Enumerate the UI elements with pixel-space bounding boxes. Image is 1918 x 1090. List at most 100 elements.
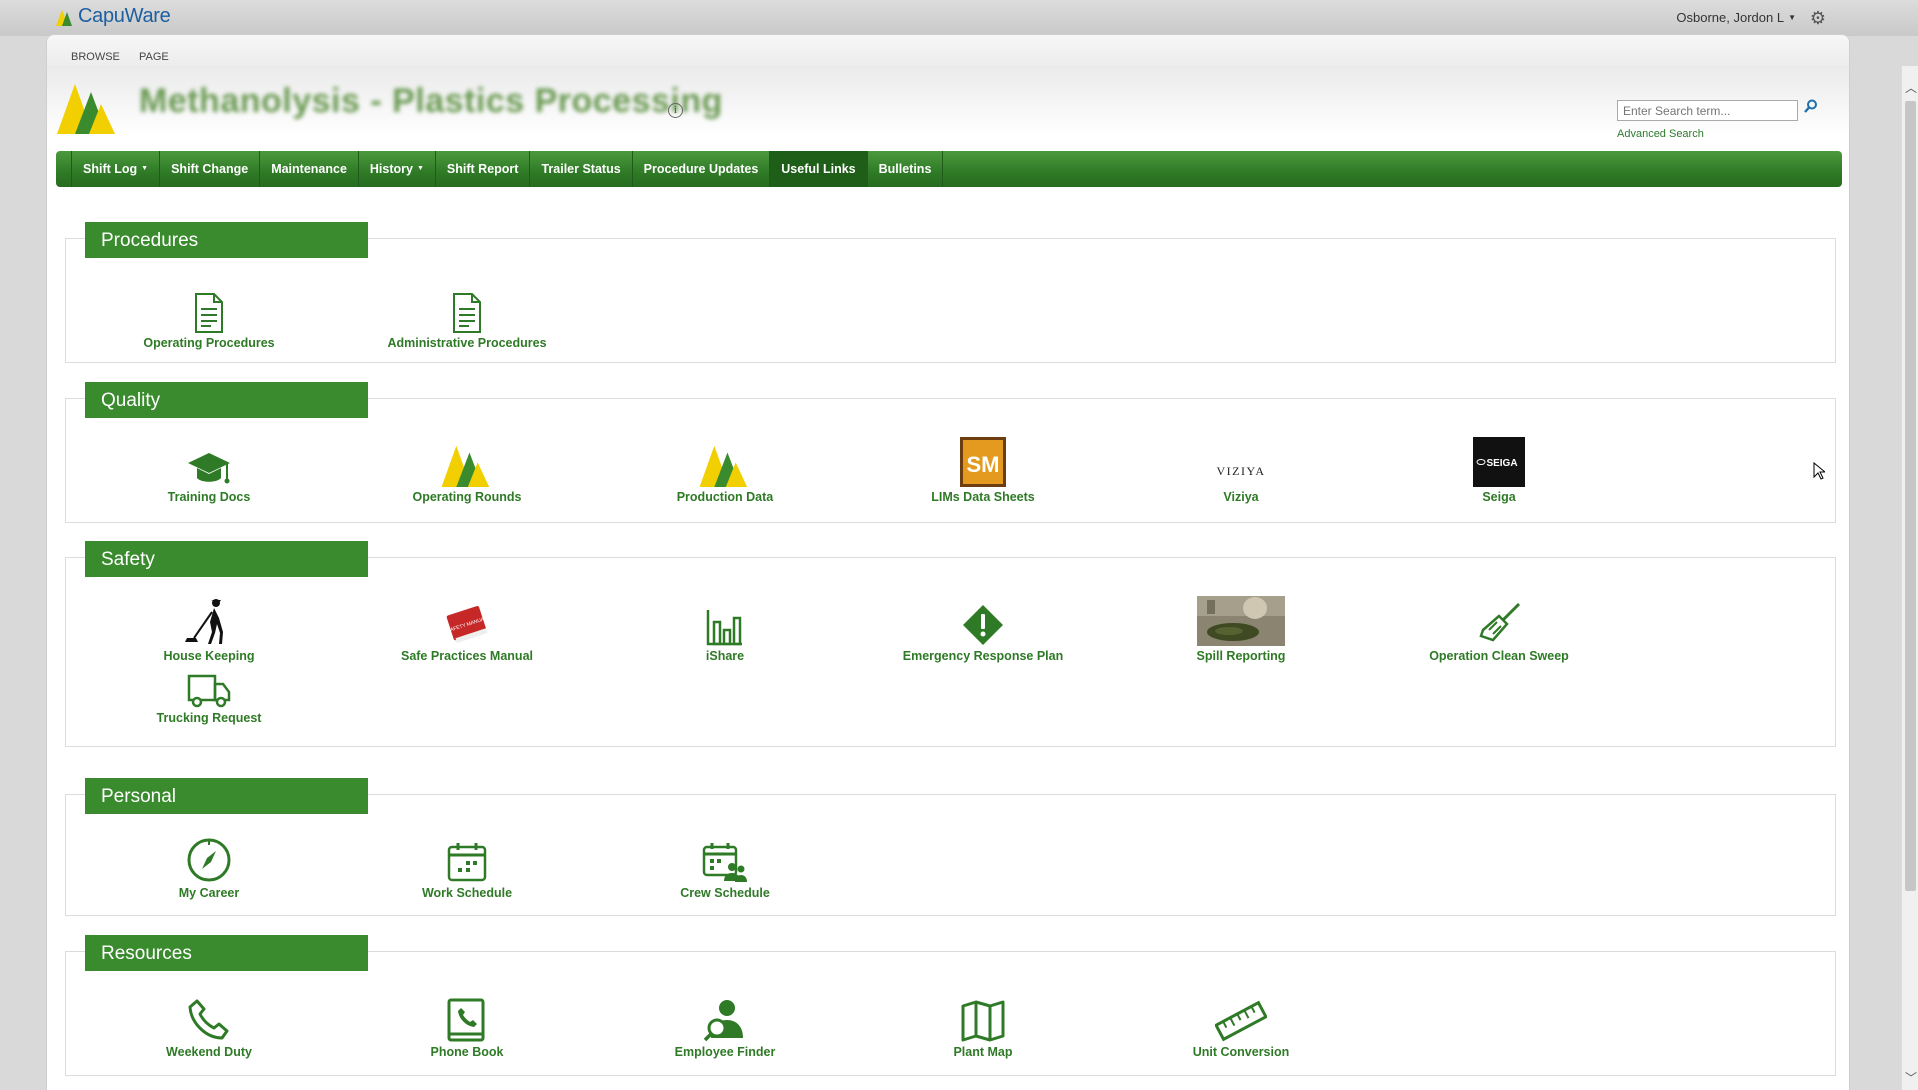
nav-bulletins[interactable]: Bulletins: [868, 151, 944, 187]
tile-house-keeping[interactable]: House Keeping: [80, 594, 338, 663]
compass-icon: [80, 831, 338, 883]
truck-icon: [80, 658, 338, 708]
ribbon-tab-page[interactable]: PAGE: [139, 51, 169, 63]
tile-phone-book[interactable]: Phone Book: [338, 990, 596, 1059]
document-icon: [80, 281, 338, 333]
seiga-logo-text: SEIGA: [1486, 458, 1517, 469]
nav-shift-log[interactable]: Shift Log ▼: [71, 151, 161, 187]
tile-label: Viziya: [1223, 490, 1259, 504]
sm-logo-text: SM: [967, 452, 1000, 477]
tile-operating-procedures[interactable]: Operating Procedures: [80, 281, 338, 350]
tile-unit-conversion[interactable]: Unit Conversion: [1112, 990, 1370, 1059]
tile-training-docs[interactable]: Training Docs: [80, 435, 338, 504]
tile-label: LIMs Data Sheets: [931, 490, 1035, 504]
tile-label: Phone Book: [430, 1045, 504, 1059]
vertical-scrollbar[interactable]: ︿ ﹀: [1901, 66, 1918, 1090]
nav-shift-change[interactable]: Shift Change: [160, 151, 261, 187]
section-header-resources: Resources: [85, 935, 368, 971]
section-procedures: Procedures Operating Procedures Administ…: [65, 222, 1836, 363]
tile-lims-data-sheets[interactable]: SM LIMs Data Sheets: [854, 435, 1112, 504]
section-header-personal: Personal: [85, 778, 368, 814]
tile-label: Production Data: [676, 490, 774, 504]
nav-trailer-status[interactable]: Trailer Status: [530, 151, 633, 187]
tile-label: Emergency Response Plan: [902, 649, 1064, 663]
tile-safe-practices-manual[interactable]: SAFETY MANUAL Safe Practices Manual: [338, 594, 596, 663]
tile-label: My Career: [178, 886, 240, 900]
tile-label: iShare: [705, 649, 745, 663]
site-logo-icon[interactable]: [57, 78, 119, 134]
chevron-down-icon: ▼: [416, 165, 424, 172]
tile-operating-rounds[interactable]: Operating Rounds: [338, 435, 596, 504]
sweeper-person-icon: [80, 594, 338, 646]
chevron-down-icon: ▼: [1788, 13, 1796, 22]
map-icon: [854, 990, 1112, 1042]
tile-seiga[interactable]: SEIGA Seiga: [1370, 435, 1628, 504]
tile-label: Crew Schedule: [680, 886, 770, 900]
viziya-logo-icon: VIZIYA: [1112, 435, 1370, 487]
chevron-down-icon[interactable]: ﹀: [1905, 1069, 1917, 1086]
tile-emergency-response-plan[interactable]: Emergency Response Plan: [854, 594, 1112, 663]
viziya-logo-text: VIZIYA: [1217, 464, 1266, 478]
tile-label: Administrative Procedures: [387, 336, 547, 350]
company-logo-icon: [596, 435, 854, 487]
search-icon[interactable]: [1804, 99, 1822, 119]
nav-maintenance[interactable]: Maintenance: [260, 151, 359, 187]
search-input[interactable]: [1617, 100, 1798, 121]
nav-useful-links[interactable]: Useful Links: [770, 151, 868, 187]
tile-ishare[interactable]: iShare: [596, 594, 854, 663]
section-personal: Personal My Career Work Schedule Crew Sc…: [65, 778, 1836, 916]
document-icon: [338, 281, 596, 333]
sm-logo-icon: SM: [854, 435, 1112, 487]
scrollbar-thumb[interactable]: [1905, 101, 1916, 891]
phone-book-icon: [338, 990, 596, 1042]
phone-icon: [80, 990, 338, 1042]
tile-label: Safe Practices Manual: [400, 649, 533, 663]
tile-label: Operation Clean Sweep: [1429, 649, 1569, 663]
spill-photo-icon: [1112, 594, 1370, 646]
section-safety: Safety House Keeping SAFETY MANUAL Safe …: [65, 541, 1836, 747]
section-header-procedures: Procedures: [85, 222, 368, 258]
nav-history[interactable]: History ▼: [359, 151, 436, 187]
broom-icon: [1370, 594, 1628, 646]
tile-operation-clean-sweep[interactable]: Operation Clean Sweep: [1370, 594, 1628, 663]
section-quality: Quality Training Docs Operating Rounds P…: [65, 382, 1836, 523]
section-header-quality: Quality: [85, 382, 368, 418]
graduation-cap-icon: [80, 435, 338, 487]
tile-label: Trucking Request: [156, 711, 262, 725]
tile-label: Training Docs: [167, 490, 251, 504]
tile-label: Plant Map: [953, 1045, 1013, 1059]
tile-production-data[interactable]: Production Data: [596, 435, 854, 504]
tile-employee-finder[interactable]: Employee Finder: [596, 990, 854, 1059]
nav-procedure-updates[interactable]: Procedure Updates: [633, 151, 771, 187]
tile-weekend-duty[interactable]: Weekend Duty: [80, 990, 338, 1059]
ribbon-tab-browse[interactable]: BROWSE: [71, 51, 120, 63]
nav-shift-report[interactable]: Shift Report: [436, 151, 531, 187]
bar-chart-icon: [596, 594, 854, 646]
tile-crew-schedule[interactable]: Crew Schedule: [596, 831, 854, 900]
tile-spill-reporting[interactable]: Spill Reporting: [1112, 594, 1370, 663]
crew-calendar-icon: [596, 831, 854, 883]
user-menu[interactable]: Osborne, Jordon L ▼: [1676, 10, 1796, 25]
tile-plant-map[interactable]: Plant Map: [854, 990, 1112, 1059]
manual-book-icon: SAFETY MANUAL: [338, 594, 596, 646]
brand[interactable]: CapuWare: [56, 5, 171, 28]
chevron-down-icon: ▼: [141, 165, 149, 172]
tile-label: Operating Rounds: [412, 490, 522, 504]
chevron-up-icon[interactable]: ︿: [1905, 79, 1917, 96]
user-name: Osborne, Jordon L: [1676, 10, 1785, 25]
tile-my-career[interactable]: My Career: [80, 831, 338, 900]
tile-trucking-request[interactable]: Trucking Request: [80, 658, 338, 725]
tile-label: Seiga: [1482, 490, 1516, 504]
gear-icon[interactable]: ⚙: [1810, 8, 1826, 29]
tile-administrative-procedures[interactable]: Administrative Procedures: [338, 281, 596, 350]
top-bar: CapuWare Osborne, Jordon L ▼ ⚙: [0, 0, 1918, 36]
warning-diamond-icon: [854, 594, 1112, 646]
tile-label: Unit Conversion: [1192, 1045, 1290, 1059]
brand-name: CapuWare: [78, 5, 171, 27]
tile-viziya[interactable]: VIZIYA Viziya: [1112, 435, 1370, 504]
tile-work-schedule[interactable]: Work Schedule: [338, 831, 596, 900]
ribbon: BROWSE PAGE: [46, 34, 1850, 67]
info-icon[interactable]: i: [668, 103, 683, 118]
tile-label: Spill Reporting: [1196, 649, 1286, 663]
advanced-search-link[interactable]: Advanced Search: [1617, 128, 1704, 140]
